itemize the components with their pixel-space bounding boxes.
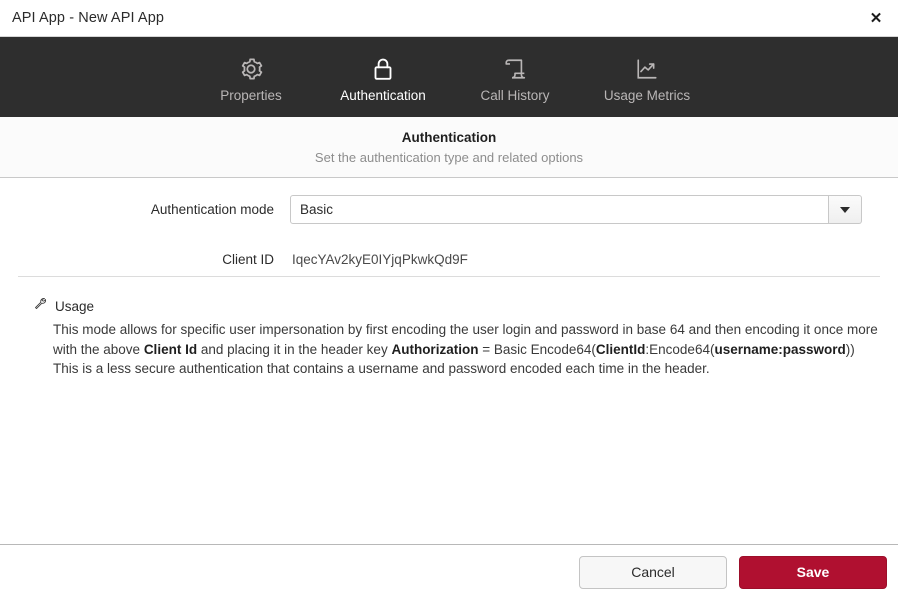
usage-line1-part-c: and placing it in the header key bbox=[197, 342, 391, 357]
tab-label-properties: Properties bbox=[220, 88, 282, 103]
cancel-button[interactable]: Cancel bbox=[579, 556, 727, 589]
lock-icon bbox=[369, 54, 397, 84]
wrench-icon bbox=[33, 296, 48, 316]
close-icon[interactable]: ✕ bbox=[854, 0, 898, 36]
section-title: Authentication bbox=[402, 128, 497, 147]
tab-label-call-history: Call History bbox=[480, 88, 549, 103]
tab-properties[interactable]: Properties bbox=[185, 48, 317, 107]
client-id-row: Client ID IqecYAv2kyE0IYjqPkwkQd9F bbox=[0, 252, 898, 267]
usage-header: Usage bbox=[33, 296, 878, 316]
section-subtitle: Set the authentication type and related … bbox=[315, 148, 583, 167]
usage-line1-part-e: = Basic Encode64( bbox=[478, 342, 595, 357]
auth-mode-combobox bbox=[290, 195, 862, 224]
auth-mode-input[interactable] bbox=[290, 195, 829, 224]
tab-authentication[interactable]: Authentication bbox=[317, 48, 449, 107]
tab-label-usage-metrics: Usage Metrics bbox=[604, 88, 690, 103]
api-app-dialog: API App - New API App ✕ Properties Authe… bbox=[0, 0, 898, 599]
usage-line2: This is a less secure authentication tha… bbox=[53, 361, 710, 376]
tab-label-authentication: Authentication bbox=[340, 88, 426, 103]
auth-mode-label: Authentication mode bbox=[0, 202, 290, 217]
row-spacer bbox=[0, 224, 898, 252]
usage-title: Usage bbox=[55, 299, 94, 314]
window-title: API App - New API App bbox=[12, 10, 164, 26]
usage-line1-username-password: username:password bbox=[714, 342, 845, 357]
auth-mode-dropdown-button[interactable] bbox=[829, 195, 862, 224]
usage-line1-clientid-token: ClientId bbox=[596, 342, 646, 357]
usage-line1-authorization: Authorization bbox=[391, 342, 478, 357]
dialog-footer: Cancel Save bbox=[0, 544, 898, 599]
usage-description: This mode allows for specific user imper… bbox=[53, 320, 878, 379]
line-chart-icon bbox=[633, 54, 661, 84]
section-header: Authentication Set the authentication ty… bbox=[0, 117, 898, 178]
client-id-label: Client ID bbox=[0, 252, 290, 267]
chevron-down-icon bbox=[840, 207, 850, 213]
usage-section: Usage This mode allows for specific user… bbox=[33, 296, 878, 379]
auth-mode-row: Authentication mode bbox=[0, 195, 898, 224]
save-button[interactable]: Save bbox=[739, 556, 887, 589]
dialog-body: Authentication mode Client ID IqecYAv2ky… bbox=[0, 178, 898, 544]
gear-icon bbox=[237, 54, 265, 84]
usage-line1-part-i: )) bbox=[846, 342, 855, 357]
tab-call-history[interactable]: Call History bbox=[449, 48, 581, 107]
tab-usage-metrics[interactable]: Usage Metrics bbox=[581, 48, 713, 107]
tab-strip: Properties Authentication Call History bbox=[0, 37, 898, 117]
section-divider bbox=[18, 276, 880, 277]
scroll-icon bbox=[501, 54, 529, 84]
title-bar: API App - New API App ✕ bbox=[0, 0, 898, 37]
usage-line1-part-g: :Encode64( bbox=[645, 342, 714, 357]
usage-line1-client-id: Client Id bbox=[144, 342, 197, 357]
client-id-value: IqecYAv2kyE0IYjqPkwkQd9F bbox=[290, 252, 468, 267]
